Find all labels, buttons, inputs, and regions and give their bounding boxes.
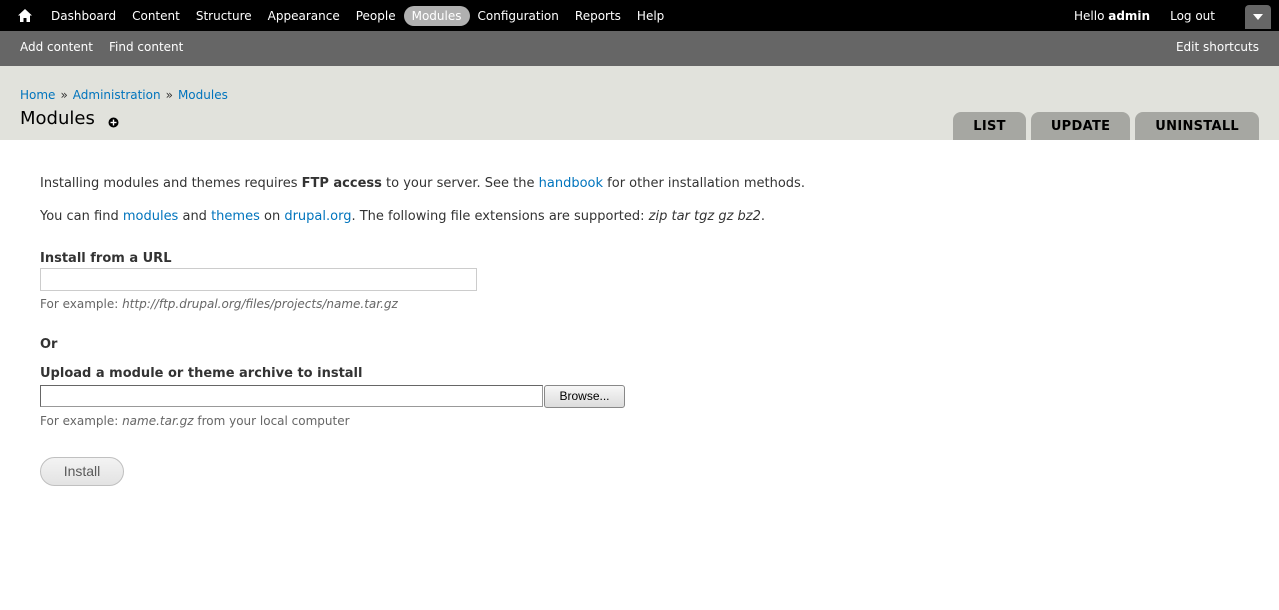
user-area: Hello admin Log out — [1074, 5, 1215, 26]
chevron-down-icon[interactable] — [1245, 5, 1271, 29]
install-url-description: For example: http://ftp.drupal.org/files… — [40, 297, 398, 311]
nav-dashboard[interactable]: Dashboard — [43, 6, 124, 26]
username[interactable]: admin — [1108, 9, 1150, 23]
edit-shortcuts-link[interactable]: Edit shortcuts — [1176, 40, 1259, 54]
modules-link[interactable]: modules — [123, 209, 179, 224]
nav-appearance[interactable]: Appearance — [260, 6, 348, 26]
primary-tabs: LIST UPDATE UNINSTALL — [948, 112, 1259, 140]
install-url-input[interactable] — [40, 268, 477, 291]
drupal-org-link[interactable]: drupal.org — [284, 209, 351, 224]
themes-link[interactable]: themes — [211, 209, 260, 224]
shortcuts-list: Add content Find content — [12, 40, 191, 54]
install-url-label: Install from a URL — [40, 251, 172, 266]
page-header: Home » Administration » Modules Modules … — [0, 66, 1279, 140]
nav-configuration[interactable]: Configuration — [470, 6, 567, 26]
supported-extensions: zip tar tgz gz bz2 — [648, 209, 761, 224]
nav-people[interactable]: People — [348, 6, 404, 26]
home-icon[interactable] — [14, 4, 36, 26]
breadcrumb-separator: » — [60, 88, 68, 102]
toolbar-nav: Dashboard Content Structure Appearance P… — [43, 5, 672, 26]
breadcrumb-home[interactable]: Home — [20, 88, 55, 102]
add-shortcut-icon[interactable] — [108, 117, 119, 128]
upload-archive-description: For example: name.tar.gz from your local… — [40, 414, 350, 428]
logout-link[interactable]: Log out — [1170, 9, 1215, 23]
nav-help[interactable]: Help — [629, 6, 672, 26]
page-title: Modules — [20, 108, 95, 129]
tab-list[interactable]: LIST — [953, 112, 1026, 140]
admin-toolbar: Dashboard Content Structure Appearance P… — [0, 0, 1279, 31]
shortcut-add-content[interactable]: Add content — [12, 40, 101, 54]
breadcrumb: Home » Administration » Modules — [20, 88, 228, 102]
nav-reports[interactable]: Reports — [567, 6, 629, 26]
hello-text: Hello admin — [1074, 8, 1151, 23]
shortcut-find-content[interactable]: Find content — [101, 40, 191, 54]
breadcrumb-administration[interactable]: Administration — [73, 88, 161, 102]
or-label: Or — [40, 337, 58, 352]
tab-uninstall[interactable]: UNINSTALL — [1135, 112, 1259, 140]
intro-find-paragraph: You can find modules and themes on drupa… — [40, 209, 766, 224]
shortcuts-bar: Add content Find content Edit shortcuts — [0, 31, 1279, 66]
nav-content[interactable]: Content — [124, 6, 188, 26]
nav-structure[interactable]: Structure — [188, 6, 260, 26]
install-button[interactable]: Install — [40, 457, 124, 486]
handbook-link[interactable]: handbook — [539, 176, 603, 191]
browse-button[interactable]: Browse... — [544, 385, 625, 408]
upload-file-input[interactable] — [40, 385, 543, 407]
breadcrumb-separator: » — [165, 88, 173, 102]
intro-ftp-paragraph: Installing modules and themes requires F… — [40, 176, 805, 191]
tab-update[interactable]: UPDATE — [1030, 112, 1131, 140]
upload-archive-label: Upload a module or theme archive to inst… — [40, 366, 363, 381]
breadcrumb-modules[interactable]: Modules — [178, 88, 228, 102]
nav-modules[interactable]: Modules — [403, 5, 470, 26]
